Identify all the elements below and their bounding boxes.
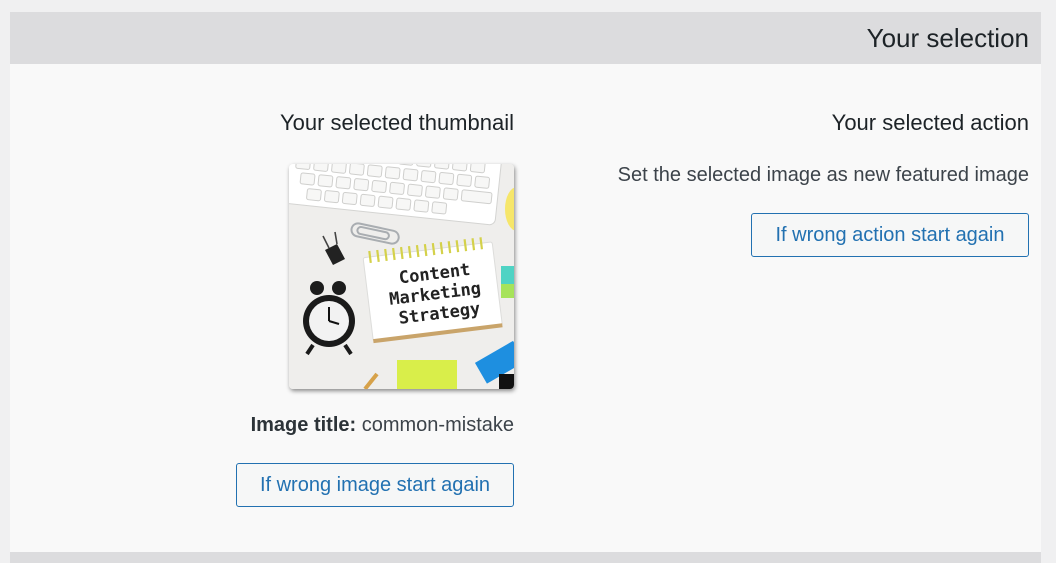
yellow-sticky-note — [397, 360, 457, 389]
selection-panel: Your selection Your selected thumbnail C… — [10, 12, 1041, 552]
action-heading: Your selected action — [831, 110, 1029, 135]
image-title-value: common-mistake — [361, 414, 514, 436]
image-title-label: Image title: — [250, 414, 357, 436]
bottom-divider — [10, 552, 1041, 563]
selected-thumbnail-image: Content Marketing Strategy — [289, 164, 514, 389]
thumbnail-illustration: Content Marketing Strategy — [289, 164, 514, 389]
panel-title: Your selection — [866, 22, 1029, 53]
image-title-line: Image title: common-mistake — [251, 414, 514, 437]
thumbnail-heading: Your selected thumbnail — [279, 110, 514, 135]
panel-header: Your selection — [10, 12, 1041, 64]
action-description: Set the selected image as new featured i… — [617, 164, 1029, 186]
restart-action-button[interactable]: If wrong action start again — [751, 213, 1029, 257]
restart-image-button[interactable]: If wrong image start again — [236, 463, 514, 507]
